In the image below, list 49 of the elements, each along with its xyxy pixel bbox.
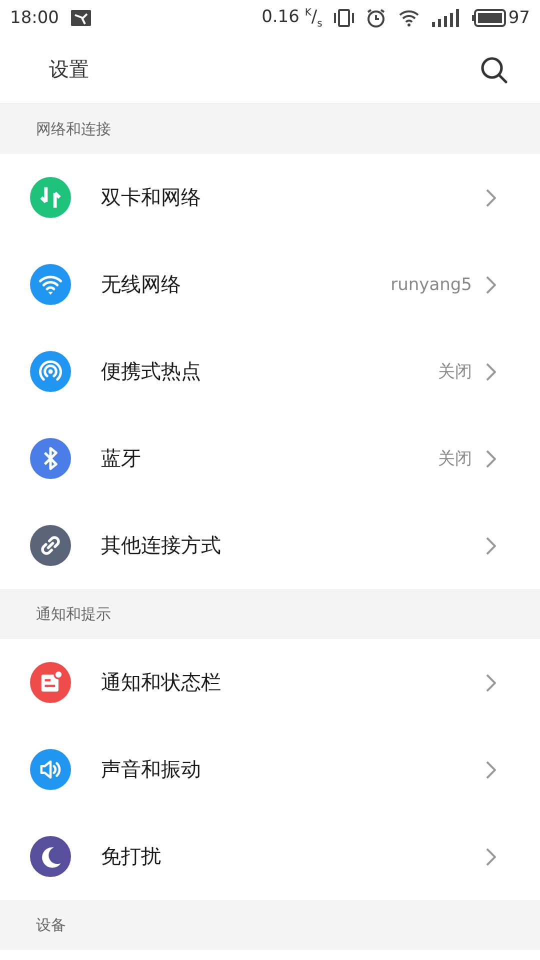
item-value: 关闭: [438, 361, 472, 383]
chevron-icon: [486, 188, 496, 206]
notification-icon: [30, 662, 71, 703]
item-label: 蓝牙: [101, 445, 142, 472]
vibrate-icon: [334, 8, 354, 28]
item-label: 其他连接方式: [101, 532, 222, 559]
item-label: 双卡和网络: [101, 184, 202, 211]
item-label: 便携式热点: [101, 358, 202, 385]
chevron-icon: [486, 362, 496, 380]
settings-item[interactable]: 免打扰: [0, 813, 540, 900]
settings-item[interactable]: 双卡和网络: [0, 154, 540, 241]
settings-item[interactable]: 便携式热点 关闭: [0, 328, 540, 415]
settings-item[interactable]: 无线网络 runyang5: [0, 241, 540, 328]
clock-time: 18:00: [10, 8, 59, 28]
wifi-icon: [30, 264, 71, 305]
item-value: runyang5: [390, 274, 472, 294]
search-icon[interactable]: [480, 56, 508, 84]
signal-icon: [432, 9, 460, 27]
chevron-icon: [486, 276, 496, 294]
chevron-icon: [486, 674, 496, 692]
item-label: 无线网络: [101, 271, 182, 298]
wifi-icon: [398, 9, 420, 27]
section-header: 设备: [36, 916, 66, 934]
battery-level: 97: [508, 8, 530, 28]
sound-icon: [30, 749, 71, 790]
swap-icon: [30, 177, 71, 218]
item-label: 声音和振动: [101, 756, 202, 783]
network-speed: 0.16 $^{K}$/$_{s}$: [262, 6, 322, 30]
moon-icon: [30, 836, 71, 877]
item-label: 通知和状态栏: [101, 669, 222, 696]
settings-item[interactable]: 通知和状态栏: [0, 639, 540, 726]
bluetooth-icon: [30, 438, 71, 479]
item-value: 关闭: [438, 448, 472, 470]
settings-item[interactable]: 蓝牙 关闭: [0, 415, 540, 502]
section-header: 通知和提示: [36, 604, 111, 624]
hotspot-icon: [30, 351, 71, 392]
link-icon: [30, 525, 71, 566]
chevron-icon: [486, 536, 496, 554]
image-icon: [71, 10, 91, 26]
alarm-icon: [366, 8, 386, 28]
battery-icon: [472, 9, 506, 27]
chevron-icon: [486, 760, 496, 778]
page-title: 设置: [49, 56, 90, 83]
chevron-icon: [486, 848, 496, 866]
settings-item[interactable]: 其他连接方式: [0, 502, 540, 589]
section-header: 网络和连接: [36, 120, 111, 138]
chevron-icon: [486, 450, 496, 468]
item-label: 免打扰: [101, 843, 162, 870]
settings-item[interactable]: 声音和振动: [0, 726, 540, 813]
